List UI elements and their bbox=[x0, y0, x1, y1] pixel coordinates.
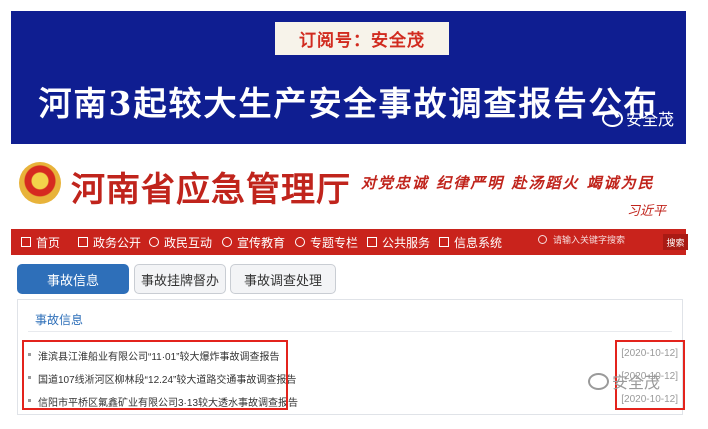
wechat-icon bbox=[588, 372, 609, 390]
tab-accident-info[interactable]: 事故信息 bbox=[17, 264, 129, 294]
building-icon bbox=[367, 237, 377, 247]
chat-icon bbox=[149, 237, 159, 247]
tab-investigation[interactable]: 事故调查处理 bbox=[230, 264, 336, 294]
nav-label: 公共服务 bbox=[382, 235, 431, 250]
national-emblem-icon bbox=[19, 162, 61, 204]
subscribe-label: 订阅号：安全茂 bbox=[275, 22, 449, 55]
search-button[interactable]: 搜索 bbox=[663, 234, 688, 250]
motto-signature: 习近平 bbox=[626, 204, 666, 219]
tab-supervision[interactable]: 事故挂牌督办 bbox=[134, 264, 226, 294]
heart-icon bbox=[295, 237, 305, 247]
banner-watermark-text: 安全茂 bbox=[625, 112, 674, 129]
nav-item-public-service[interactable]: 公共服务 bbox=[367, 229, 430, 255]
nav-label: 专题专栏 bbox=[310, 235, 359, 250]
banner-watermark: 安全茂 bbox=[601, 106, 674, 130]
nav-item-info-system[interactable]: 信息系统 bbox=[439, 229, 502, 255]
nav-item-education[interactable]: 宣传教育 bbox=[222, 229, 285, 255]
panel-title: 事故信息 bbox=[35, 313, 84, 327]
main-nav: 首页 政务公开 政民互动 宣传教育 专题专栏 公共服务 信息系统 请输入关键字搜… bbox=[11, 229, 688, 255]
grid-icon bbox=[439, 237, 449, 247]
footer-watermark: 安全茂 bbox=[588, 369, 660, 393]
nav-label: 信息系统 bbox=[454, 235, 503, 250]
nav-label: 宣传教育 bbox=[237, 235, 286, 250]
star-icon bbox=[222, 237, 232, 247]
site-header: 河南省应急管理厅 对党忠诚 纪律严明 赴汤蹈火 竭诚为民 习近平 bbox=[11, 150, 686, 220]
nav-label: 政民互动 bbox=[164, 235, 213, 250]
footer-watermark-text: 安全茂 bbox=[612, 375, 661, 392]
nav-item-gov-info[interactable]: 政务公开 bbox=[78, 229, 141, 255]
site-name[interactable]: 河南省应急管理厅 bbox=[71, 162, 351, 211]
banner-title: 河南3起较大生产安全事故调查报告公布 bbox=[38, 84, 659, 123]
nav-item-home[interactable]: 首页 bbox=[21, 229, 60, 255]
search-input[interactable]: 请输入关键字搜索 bbox=[538, 233, 625, 246]
nav-label: 政务公开 bbox=[93, 235, 142, 250]
home-icon bbox=[21, 237, 31, 247]
article-banner: 订阅号：安全茂 河南3起较大生产安全事故调查报告公布 安全茂 bbox=[11, 11, 686, 144]
search-icon bbox=[538, 235, 547, 244]
nav-item-topics[interactable]: 专题专栏 bbox=[295, 229, 358, 255]
site-motto: 对党忠诚 纪律严明 赴汤蹈火 竭诚为民 bbox=[361, 174, 655, 192]
nav-label: 首页 bbox=[36, 235, 61, 250]
divider bbox=[28, 331, 672, 332]
titles-highlight-box bbox=[22, 340, 288, 410]
search-placeholder: 请输入关键字搜索 bbox=[553, 235, 626, 245]
nav-item-interaction[interactable]: 政民互动 bbox=[149, 229, 212, 255]
doc-icon bbox=[78, 237, 88, 247]
wechat-icon bbox=[601, 109, 623, 127]
